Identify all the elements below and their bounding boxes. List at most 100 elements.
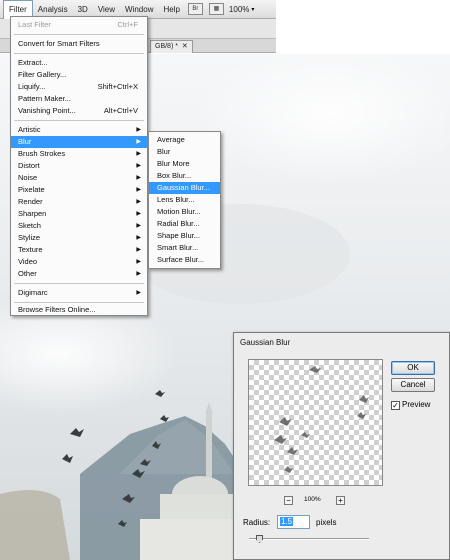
menu-item-extract[interactable]: Extract... bbox=[11, 57, 147, 69]
submenu-item-average[interactable]: Average bbox=[149, 134, 220, 146]
document-tab[interactable]: GB/8) * ✕ bbox=[150, 40, 193, 53]
menu-item-label: Extract... bbox=[18, 58, 48, 67]
menu-item-pixelate[interactable]: Pixelate ▶ bbox=[11, 184, 147, 196]
radius-slider-track[interactable] bbox=[249, 538, 369, 540]
menu-item-label: Noise bbox=[18, 173, 38, 182]
document-tab-label: GB/8) * bbox=[155, 43, 178, 50]
submenu-item-radial-blur[interactable]: Radial Blur... bbox=[149, 218, 220, 230]
menu-item-liquify[interactable]: Liquify... Shift+Ctrl+X bbox=[11, 81, 147, 93]
submenu-item-motion-blur[interactable]: Motion Blur... bbox=[149, 206, 220, 218]
menu-item-label: Stylize bbox=[18, 233, 41, 242]
filter-menu: Last Filter Ctrl+F Convert for Smart Fil… bbox=[10, 16, 148, 316]
menu-item-label: Brush Strokes bbox=[18, 149, 66, 158]
cancel-button[interactable]: Cancel bbox=[391, 378, 435, 392]
submenu-item-blur-more[interactable]: Blur More bbox=[149, 158, 220, 170]
zoom-out-button[interactable]: − bbox=[284, 496, 293, 505]
submenu-arrow-icon: ▶ bbox=[136, 235, 141, 241]
menu-item-label: Filter Gallery... bbox=[18, 70, 67, 79]
gaussian-blur-dialog: Gaussian Blur OK Cancel ✓ Preview − 100%… bbox=[233, 332, 450, 560]
submenu-item-smart-blur[interactable]: Smart Blur... bbox=[149, 242, 220, 254]
submenu-arrow-icon: ▶ bbox=[136, 163, 141, 169]
menu-item-shortcut: Alt+Ctrl+V bbox=[103, 106, 138, 115]
chevron-down-icon[interactable]: ▾ bbox=[251, 6, 254, 13]
menu-item-blur[interactable]: Blur ▶ bbox=[11, 136, 147, 148]
submenu-item-gaussian-blur[interactable]: Gaussian Blur... bbox=[149, 182, 220, 194]
submenu-arrow-icon: ▶ bbox=[136, 151, 141, 157]
radius-value: 1.5 bbox=[280, 517, 294, 526]
radius-label: Radius: bbox=[243, 518, 271, 527]
menu-item-browse-filters-online[interactable]: Browse Filters Online... bbox=[11, 304, 147, 316]
menu-item-label: Texture bbox=[18, 245, 43, 254]
menu-item-label: Blur bbox=[18, 137, 32, 146]
menu-item-vanishing-point[interactable]: Vanishing Point... Alt+Ctrl+V bbox=[11, 105, 147, 117]
submenu-arrow-icon: ▶ bbox=[136, 139, 141, 145]
dialog-title: Gaussian Blur bbox=[240, 338, 291, 347]
close-icon[interactable]: ✕ bbox=[180, 43, 188, 50]
menu-separator bbox=[14, 53, 144, 54]
preview-birds-image bbox=[274, 366, 369, 473]
blur-submenu: Average Blur Blur More Box Blur... Gauss… bbox=[148, 131, 221, 269]
view-extras-icon[interactable]: ▦ bbox=[208, 3, 224, 15]
menu-item-other[interactable]: Other ▶ bbox=[11, 268, 147, 280]
radius-input[interactable]: 1.5 bbox=[277, 515, 310, 529]
submenu-arrow-icon: ▶ bbox=[136, 247, 141, 253]
menu-item-texture[interactable]: Texture ▶ bbox=[11, 244, 147, 256]
submenu-arrow-icon: ▶ bbox=[136, 199, 141, 205]
menu-item-label: Pixelate bbox=[18, 185, 45, 194]
menu-separator bbox=[14, 283, 144, 284]
submenu-arrow-icon: ▶ bbox=[136, 223, 141, 229]
menu-separator bbox=[14, 302, 144, 303]
menu-item-label: Vanishing Point... bbox=[18, 106, 76, 115]
menu-item-label: Render bbox=[18, 197, 43, 206]
radius-unit-label: pixels bbox=[316, 518, 337, 527]
menu-item-label: Video bbox=[18, 257, 38, 266]
menu-item-video[interactable]: Video ▶ bbox=[11, 256, 147, 268]
menu-item-noise[interactable]: Noise ▶ bbox=[11, 172, 147, 184]
menu-item-digimarc[interactable]: Digimarc ▶ bbox=[11, 287, 147, 299]
menu-item-convert-smart-filters[interactable]: Convert for Smart Filters bbox=[11, 38, 147, 50]
submenu-arrow-icon: ▶ bbox=[136, 187, 141, 193]
submenu-arrow-icon: ▶ bbox=[136, 271, 141, 277]
submenu-item-surface-blur[interactable]: Surface Blur... bbox=[149, 254, 220, 266]
submenu-arrow-icon: ▶ bbox=[136, 290, 141, 296]
submenu-arrow-icon: ▶ bbox=[136, 259, 141, 265]
menu-item-shortcut: Shift+Ctrl+X bbox=[97, 82, 138, 91]
menu-item-distort[interactable]: Distort ▶ bbox=[11, 160, 147, 172]
menu-item-render[interactable]: Render ▶ bbox=[11, 196, 147, 208]
menu-separator bbox=[14, 34, 144, 35]
menu-item-label: Last Filter bbox=[18, 20, 51, 29]
menu-help[interactable]: Help bbox=[158, 0, 184, 19]
submenu-item-box-blur[interactable]: Box Blur... bbox=[149, 170, 220, 182]
bridge-button[interactable]: Br bbox=[187, 3, 203, 15]
preview-zoom-level: 100% bbox=[304, 496, 321, 503]
menu-item-last-filter[interactable]: Last Filter Ctrl+F bbox=[11, 19, 147, 31]
menu-item-stylize[interactable]: Stylize ▶ bbox=[11, 232, 147, 244]
menu-item-label: Other bbox=[18, 269, 37, 278]
menu-item-sharpen[interactable]: Sharpen ▶ bbox=[11, 208, 147, 220]
submenu-item-shape-blur[interactable]: Shape Blur... bbox=[149, 230, 220, 242]
menu-item-label: Sketch bbox=[18, 221, 41, 230]
menu-item-shortcut: Ctrl+F bbox=[117, 20, 138, 29]
menu-separator bbox=[14, 120, 144, 121]
menu-item-label: Artistic bbox=[18, 125, 41, 134]
preview-checkbox[interactable]: ✓ bbox=[391, 401, 400, 410]
zoom-level[interactable]: 100% bbox=[227, 0, 251, 19]
menu-item-label: Digimarc bbox=[18, 288, 48, 297]
menu-item-pattern-maker[interactable]: Pattern Maker... bbox=[11, 93, 147, 105]
radius-slider-thumb[interactable] bbox=[256, 535, 263, 543]
menu-item-sketch[interactable]: Sketch ▶ bbox=[11, 220, 147, 232]
submenu-item-blur[interactable]: Blur bbox=[149, 146, 220, 158]
menu-item-artistic[interactable]: Artistic ▶ bbox=[11, 124, 147, 136]
menu-item-label: Sharpen bbox=[18, 209, 47, 218]
menu-item-label: Pattern Maker... bbox=[18, 94, 71, 103]
submenu-arrow-icon: ▶ bbox=[136, 211, 141, 217]
ok-button[interactable]: OK bbox=[391, 361, 435, 375]
menu-item-brush-strokes[interactable]: Brush Strokes ▶ bbox=[11, 148, 147, 160]
submenu-item-lens-blur[interactable]: Lens Blur... bbox=[149, 194, 220, 206]
preview-pane[interactable] bbox=[248, 359, 383, 486]
zoom-in-button[interactable]: + bbox=[336, 496, 345, 505]
submenu-arrow-icon: ▶ bbox=[136, 175, 141, 181]
preview-checkbox-label: Preview bbox=[402, 400, 431, 409]
menu-item-filter-gallery[interactable]: Filter Gallery... bbox=[11, 69, 147, 81]
menu-item-label: Liquify... bbox=[18, 82, 46, 91]
